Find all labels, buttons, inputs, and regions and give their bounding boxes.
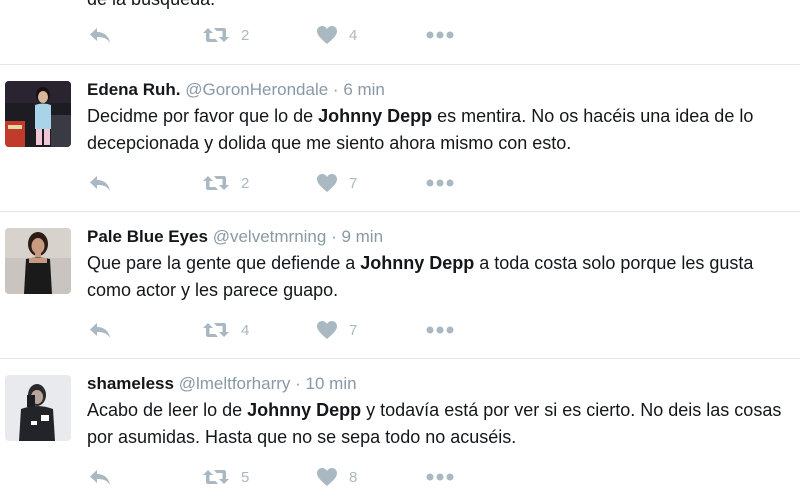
- tweet-text: Acabo de leer lo de Johnny Depp y todaví…: [87, 397, 799, 451]
- more-dots-icon: [426, 473, 454, 481]
- heart-icon: [316, 173, 338, 193]
- tweet-text: Decidme por favor que lo de Johnny Depp …: [87, 103, 799, 157]
- retweet-count: 4: [241, 321, 250, 339]
- reply-icon: [88, 467, 112, 487]
- like-count: 7: [349, 321, 358, 339]
- reply-icon: [88, 25, 112, 45]
- user-handle[interactable]: @lmeltforharry: [179, 374, 291, 393]
- user-name[interactable]: Pale Blue Eyes: [87, 227, 208, 246]
- reply-button[interactable]: [88, 171, 112, 195]
- timestamp[interactable]: 10 min: [306, 374, 357, 393]
- avatar[interactable]: [5, 228, 71, 294]
- tweet-actions: 2 7: [88, 171, 488, 195]
- like-button[interactable]: 4: [316, 23, 357, 47]
- retweet-icon: [202, 467, 230, 487]
- like-button[interactable]: 7: [316, 318, 357, 342]
- tweet: Pale Blue Eyes @velvetmrning · 9 min Que…: [0, 212, 800, 358]
- tweet-partial: de la búsqueda. 2 4: [0, 0, 800, 64]
- reply-button[interactable]: [88, 23, 112, 47]
- heart-icon: [316, 320, 338, 340]
- retweet-button[interactable]: 2: [202, 23, 249, 47]
- like-count: 7: [349, 174, 358, 192]
- tweet-text-fragment: de la búsqueda.: [87, 0, 215, 9]
- more-button[interactable]: [426, 23, 454, 47]
- like-button[interactable]: 7: [316, 171, 357, 195]
- more-dots-icon: [426, 31, 454, 39]
- like-count: 8: [349, 468, 358, 486]
- user-handle[interactable]: @GoronHerondale: [185, 80, 328, 99]
- separator: ·: [290, 374, 306, 393]
- tweet: shameless @lmeltforharry · 10 min Acabo …: [0, 359, 800, 503]
- separator: ·: [328, 80, 344, 99]
- more-button[interactable]: [426, 318, 454, 342]
- user-name[interactable]: shameless: [87, 374, 174, 393]
- avatar[interactable]: [5, 375, 71, 441]
- tweet-header: Edena Ruh. @GoronHerondale · 6 min: [87, 80, 385, 100]
- reply-button[interactable]: [88, 465, 112, 489]
- tweet-actions: 4 7: [88, 318, 488, 342]
- tweet-actions: 5 8: [88, 465, 488, 489]
- like-count: 4: [349, 26, 358, 44]
- tweet-text-part: Que pare la gente que defiende a: [87, 253, 361, 273]
- retweet-icon: [202, 320, 230, 340]
- tweet-header: shameless @lmeltforharry · 10 min: [87, 374, 357, 394]
- more-dots-icon: [426, 179, 454, 187]
- retweet-icon: [202, 173, 230, 193]
- tweet-text: de la búsqueda.: [87, 0, 487, 13]
- highlighted-term: Johnny Depp: [247, 400, 362, 420]
- tweet-text-part: Acabo de leer lo de: [87, 400, 248, 420]
- reply-button[interactable]: [88, 318, 112, 342]
- retweet-count: 2: [241, 26, 250, 44]
- retweet-button[interactable]: 2: [202, 171, 249, 195]
- retweet-count: 2: [241, 174, 250, 192]
- more-dots-icon: [426, 326, 454, 334]
- highlighted-term: Johnny Depp: [360, 253, 475, 273]
- avatar[interactable]: [5, 81, 71, 147]
- retweet-button[interactable]: 4: [202, 318, 249, 342]
- heart-icon: [316, 25, 338, 45]
- tweet-text: Que pare la gente que defiende a Johnny …: [87, 250, 799, 304]
- like-button[interactable]: 8: [316, 465, 357, 489]
- user-name[interactable]: Edena Ruh.: [87, 80, 181, 99]
- heart-icon: [316, 467, 338, 487]
- timestamp[interactable]: 9 min: [341, 227, 383, 246]
- timestamp[interactable]: 6 min: [343, 80, 385, 99]
- separator: ·: [326, 227, 342, 246]
- reply-icon: [88, 173, 112, 193]
- more-button[interactable]: [426, 465, 454, 489]
- user-handle[interactable]: @velvetmrning: [213, 227, 327, 246]
- retweet-count: 5: [241, 468, 250, 486]
- highlighted-term: Johnny Depp: [318, 106, 433, 126]
- reply-icon: [88, 320, 112, 340]
- retweet-icon: [202, 25, 230, 45]
- tweet-text-part: Decidme por favor que lo de: [87, 106, 319, 126]
- more-button[interactable]: [426, 171, 454, 195]
- retweet-button[interactable]: 5: [202, 465, 249, 489]
- tweet: Edena Ruh. @GoronHerondale · 6 min Decid…: [0, 65, 800, 211]
- tweet-actions: 2 4: [88, 23, 488, 47]
- tweet-header: Pale Blue Eyes @velvetmrning · 9 min: [87, 227, 383, 247]
